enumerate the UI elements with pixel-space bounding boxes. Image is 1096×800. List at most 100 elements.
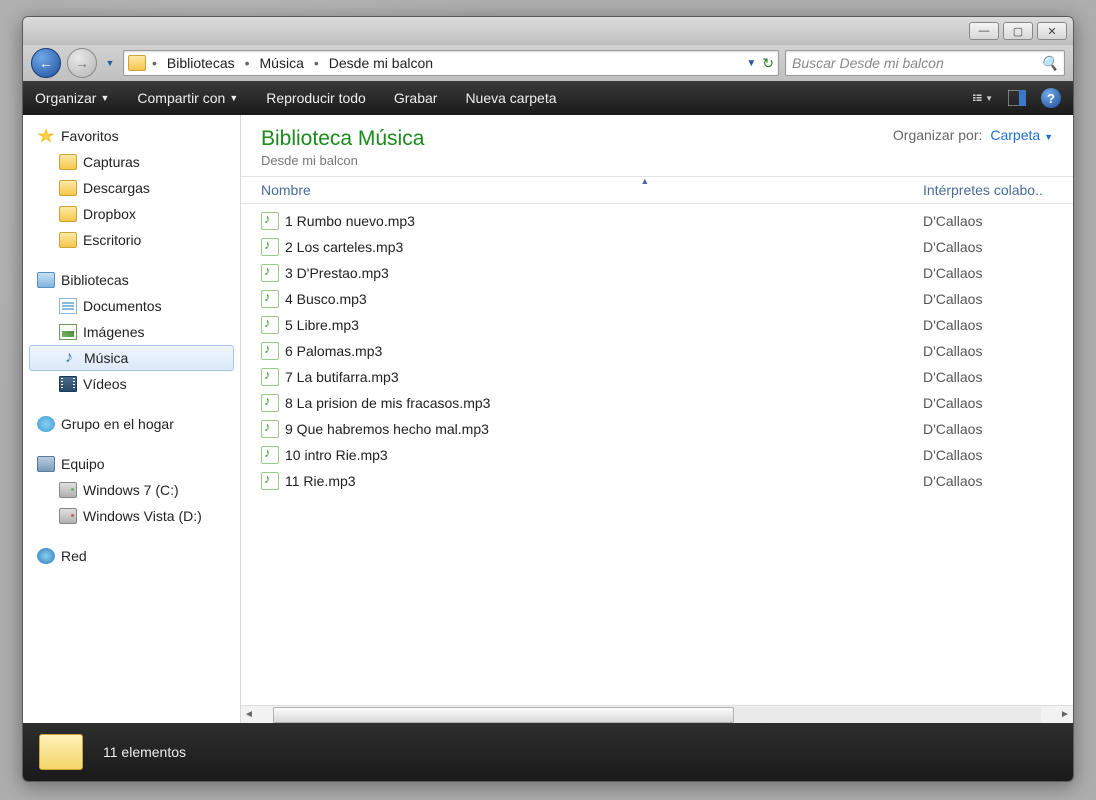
file-artist: D'Callaos <box>923 213 1073 229</box>
audio-file-icon <box>261 264 279 282</box>
play-all-button[interactable]: Reproducir todo <box>266 90 366 106</box>
titlebar: — ▢ ✕ <box>23 17 1073 45</box>
address-bar: ← → ▼ • Bibliotecas • Música • Desde mi … <box>23 45 1073 81</box>
sidebar-item-imagenes[interactable]: Imágenes <box>23 319 240 345</box>
sidebar-item-musica[interactable]: ♪Música <box>29 345 234 371</box>
sidebar-libraries[interactable]: Bibliotecas <box>23 267 240 293</box>
file-name: 2 Los carteles.mp3 <box>285 239 923 255</box>
column-artists[interactable]: Intérpretes colabo.. <box>923 182 1073 198</box>
library-subtitle: Desde mi balcon <box>261 153 424 168</box>
file-row[interactable]: 5 Libre.mp3D'Callaos <box>241 312 1073 338</box>
sidebar-item-dropbox[interactable]: Dropbox <box>23 201 240 227</box>
audio-file-icon <box>261 472 279 490</box>
scrollbar-thumb[interactable] <box>273 707 734 723</box>
drive-icon <box>59 508 77 524</box>
file-row[interactable]: 6 Palomas.mp3D'Callaos <box>241 338 1073 364</box>
file-name: 1 Rumbo nuevo.mp3 <box>285 213 923 229</box>
file-row[interactable]: 4 Busco.mp3D'Callaos <box>241 286 1073 312</box>
folder-icon <box>128 55 146 71</box>
breadcrumb-item[interactable]: Música <box>256 55 308 71</box>
sidebar-item-capturas[interactable]: Capturas <box>23 149 240 175</box>
file-row[interactable]: 7 La butifarra.mp3D'Callaos <box>241 364 1073 390</box>
sidebar-homegroup[interactable]: Grupo en el hogar <box>23 411 240 437</box>
audio-file-icon <box>261 420 279 438</box>
sidebar-item-drive-d[interactable]: Windows Vista (D:) <box>23 503 240 529</box>
folder-icon <box>39 734 83 770</box>
maximize-button[interactable]: ▢ <box>1003 22 1033 40</box>
scroll-right-icon[interactable]: ► <box>1057 709 1073 720</box>
help-button[interactable]: ? <box>1041 88 1061 108</box>
file-row[interactable]: 8 La prision de mis fracasos.mp3D'Callao… <box>241 390 1073 416</box>
folder-icon <box>59 154 77 170</box>
breadcrumb-dropdown[interactable]: ▼ <box>746 58 756 69</box>
file-name: 7 La butifarra.mp3 <box>285 369 923 385</box>
forward-button[interactable]: → <box>67 48 97 78</box>
file-artist: D'Callaos <box>923 395 1073 411</box>
sidebar-item-drive-c[interactable]: Windows 7 (C:) <box>23 477 240 503</box>
refresh-icon[interactable]: ↻ <box>762 55 774 72</box>
close-button[interactable]: ✕ <box>1037 22 1067 40</box>
file-name: 4 Busco.mp3 <box>285 291 923 307</box>
sidebar-computer[interactable]: Equipo <box>23 451 240 477</box>
audio-file-icon <box>261 368 279 386</box>
search-placeholder: Buscar Desde mi balcon <box>792 55 1041 71</box>
file-row[interactable]: 9 Que habremos hecho mal.mp3D'Callaos <box>241 416 1073 442</box>
breadcrumb-sep: • <box>241 55 254 71</box>
file-artist: D'Callaos <box>923 239 1073 255</box>
burn-button[interactable]: Grabar <box>394 90 438 106</box>
sidebar: Favoritos Capturas Descargas Dropbox Esc… <box>23 115 241 723</box>
breadcrumb[interactable]: • Bibliotecas • Música • Desde mi balcon… <box>123 50 779 76</box>
sort-indicator-icon: ▲ <box>640 176 649 186</box>
breadcrumb-item[interactable]: Desde mi balcon <box>325 55 437 71</box>
file-row[interactable]: 1 Rumbo nuevo.mp3D'Callaos <box>241 208 1073 234</box>
file-artist: D'Callaos <box>923 473 1073 489</box>
file-list: 1 Rumbo nuevo.mp3D'Callaos2 Los carteles… <box>241 204 1073 705</box>
star-icon <box>37 128 55 144</box>
new-folder-button[interactable]: Nueva carpeta <box>465 90 556 106</box>
scroll-left-icon[interactable]: ◄ <box>241 709 257 720</box>
folder-icon <box>59 232 77 248</box>
column-name[interactable]: Nombre <box>241 182 923 198</box>
sidebar-network[interactable]: Red <box>23 543 240 569</box>
folder-icon <box>59 180 77 196</box>
file-row[interactable]: 3 D'Prestao.mp3D'Callaos <box>241 260 1073 286</box>
sidebar-item-videos[interactable]: Vídeos <box>23 371 240 397</box>
file-artist: D'Callaos <box>923 291 1073 307</box>
breadcrumb-item[interactable]: Bibliotecas <box>163 55 239 71</box>
file-name: 3 D'Prestao.mp3 <box>285 265 923 281</box>
horizontal-scrollbar[interactable]: ◄ ► <box>241 705 1073 723</box>
audio-file-icon <box>261 342 279 360</box>
explorer-window: — ▢ ✕ ← → ▼ • Bibliotecas • Música • Des… <box>22 16 1074 782</box>
sidebar-item-descargas[interactable]: Descargas <box>23 175 240 201</box>
sidebar-item-documentos[interactable]: Documentos <box>23 293 240 319</box>
document-icon <box>59 298 77 314</box>
file-artist: D'Callaos <box>923 421 1073 437</box>
organize-by-dropdown[interactable]: Carpeta ▼ <box>990 127 1053 143</box>
library-header: Biblioteca Música Desde mi balcon Organi… <box>241 115 1073 176</box>
view-options-button[interactable]: ▼ <box>973 89 993 107</box>
file-row[interactable]: 2 Los carteles.mp3D'Callaos <box>241 234 1073 260</box>
sidebar-favorites[interactable]: Favoritos <box>23 123 240 149</box>
status-count: 11 elementos <box>103 744 186 760</box>
audio-file-icon <box>261 212 279 230</box>
file-row[interactable]: 10 intro Rie.mp3D'Callaos <box>241 442 1073 468</box>
file-row[interactable]: 11 Rie.mp3D'Callaos <box>241 468 1073 494</box>
organize-button[interactable]: Organizar ▼ <box>35 90 109 106</box>
preview-pane-button[interactable] <box>1007 89 1027 107</box>
share-button[interactable]: Compartir con ▼ <box>137 90 238 106</box>
homegroup-icon <box>37 416 55 432</box>
audio-file-icon <box>261 238 279 256</box>
breadcrumb-sep: • <box>148 55 161 71</box>
nav-history-dropdown[interactable]: ▼ <box>103 56 117 70</box>
file-name: 5 Libre.mp3 <box>285 317 923 333</box>
file-name: 10 intro Rie.mp3 <box>285 447 923 463</box>
music-icon: ♪ <box>60 350 78 366</box>
minimize-button[interactable]: — <box>969 22 999 40</box>
main-pane: Biblioteca Música Desde mi balcon Organi… <box>241 115 1073 723</box>
toolbar: Organizar ▼ Compartir con ▼ Reproducir t… <box>23 81 1073 115</box>
file-name: 6 Palomas.mp3 <box>285 343 923 359</box>
search-input[interactable]: Buscar Desde mi balcon 🔍 <box>785 50 1065 76</box>
back-button[interactable]: ← <box>31 48 61 78</box>
breadcrumb-sep: • <box>310 55 323 71</box>
sidebar-item-escritorio[interactable]: Escritorio <box>23 227 240 253</box>
